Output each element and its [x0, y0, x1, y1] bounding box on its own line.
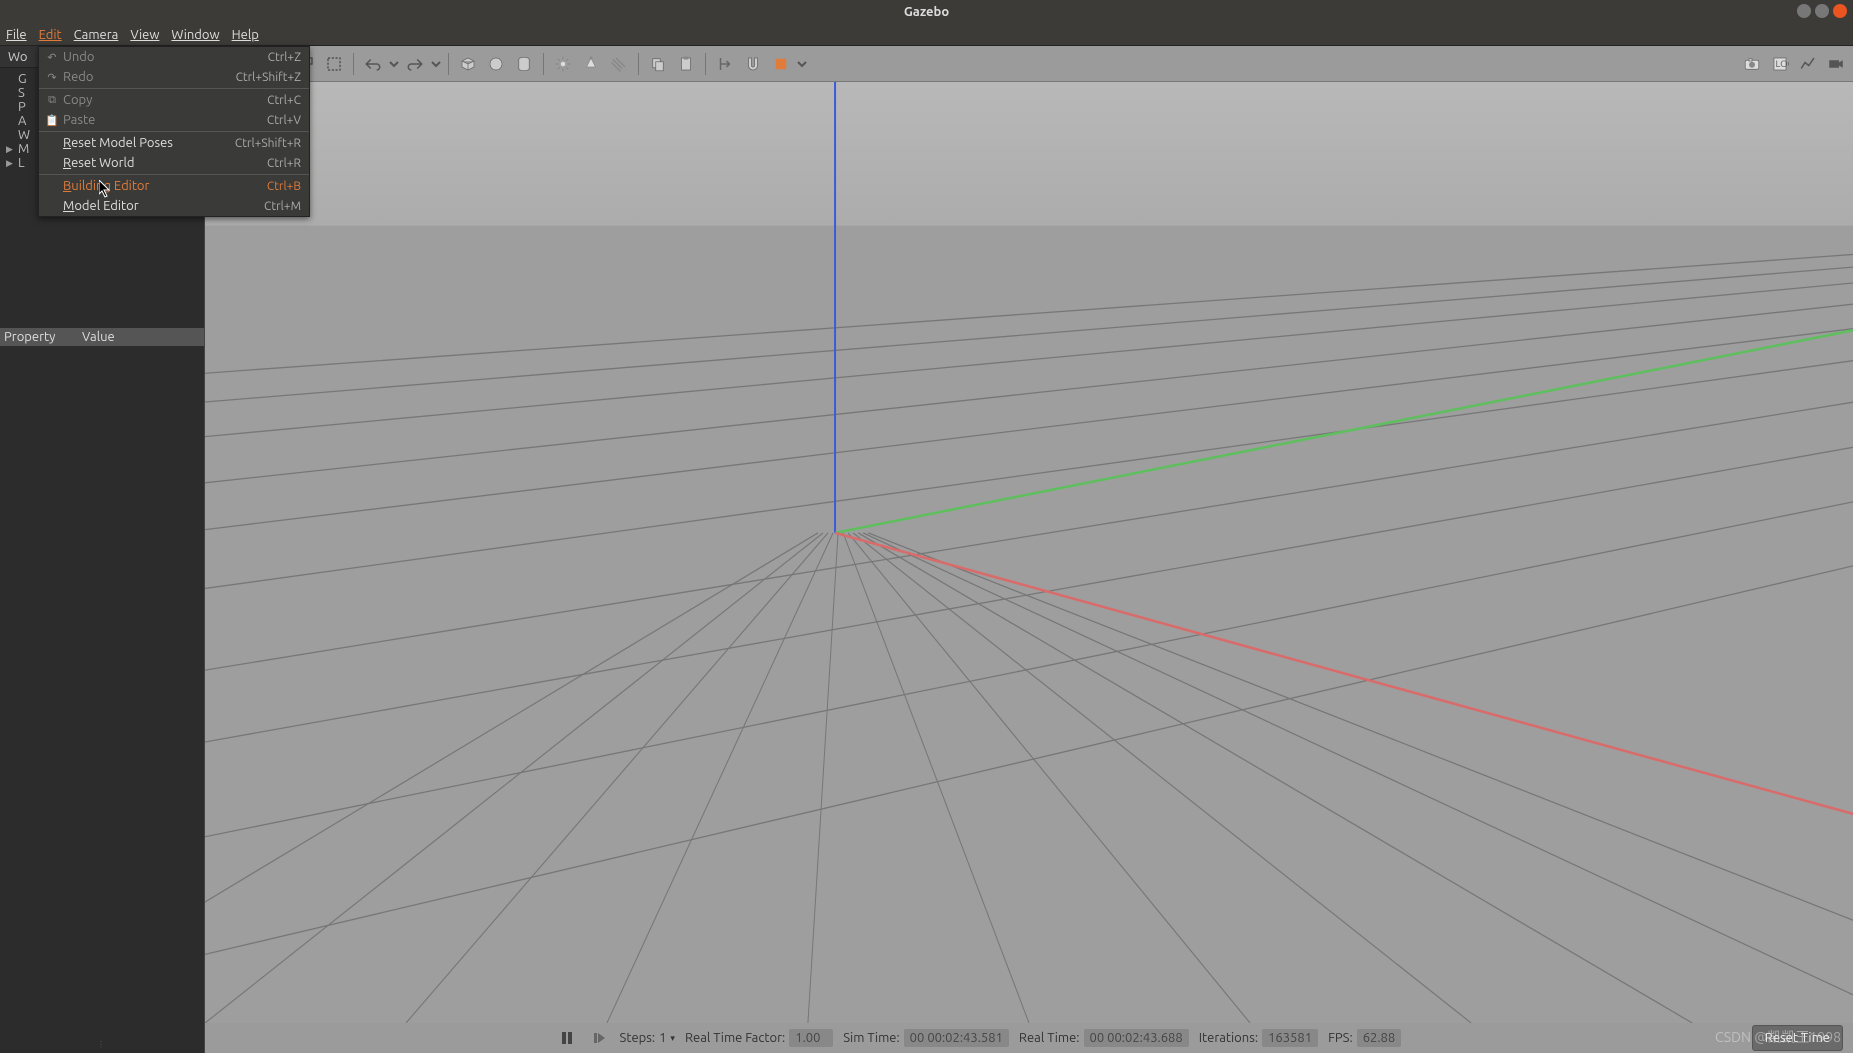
window-title: Gazebo [904, 5, 949, 19]
snap-tool[interactable] [712, 51, 738, 77]
main-toolbar: LOG [205, 46, 1853, 82]
status-bar: Steps: 1▾ Real Time Factor: 1.00 Sim Tim… [205, 1023, 1853, 1053]
panel-grip[interactable]: ⋮ [0, 1035, 204, 1053]
redo-button[interactable] [402, 51, 428, 77]
menu-copy: ⧉ Copy Ctrl+C [39, 90, 309, 110]
sim-time-value: 00 00:02:43.581 [904, 1029, 1009, 1047]
redo-icon: ↷ [43, 71, 61, 84]
menu-paste: 📋 Paste Ctrl+V [39, 110, 309, 130]
property-panel [0, 346, 204, 1035]
menu-separator [39, 174, 309, 175]
steps-value[interactable]: 1 [659, 1031, 666, 1045]
pause-button[interactable] [556, 1027, 578, 1049]
step-button[interactable] [588, 1027, 610, 1049]
menu-separator [39, 88, 309, 89]
undo-button[interactable] [360, 51, 386, 77]
menu-view[interactable]: View [130, 28, 159, 42]
cylinder-tool[interactable] [511, 51, 537, 77]
undo-dropdown[interactable] [388, 51, 400, 77]
window-controls [1797, 4, 1847, 18]
menu-camera[interactable]: Camera [74, 28, 119, 42]
property-header: Property Value [0, 328, 204, 346]
iterations-value: 163581 [1262, 1029, 1318, 1047]
magnet-tool[interactable] [740, 51, 766, 77]
screenshot-button[interactable] [1739, 51, 1765, 77]
iterations-label: Iterations: [1199, 1031, 1258, 1045]
fps-label: FPS: [1328, 1031, 1353, 1045]
menu-edit[interactable]: Edit [39, 28, 62, 42]
paste-icon: 📋 [43, 114, 61, 127]
reset-time-button[interactable]: Reset Time [1752, 1025, 1843, 1051]
real-time-value: 00 00:02:43.688 [1084, 1029, 1189, 1047]
fps-value: 62.88 [1357, 1029, 1402, 1047]
box-tool[interactable] [455, 51, 481, 77]
rtf-label: Real Time Factor: [685, 1031, 785, 1045]
spot-light-tool[interactable] [578, 51, 604, 77]
menu-redo: ↷ Redo Ctrl+Shift+Z [39, 67, 309, 87]
tab-world[interactable]: Wo [8, 50, 27, 64]
record-button[interactable] [1823, 51, 1849, 77]
insert-tool[interactable] [768, 51, 794, 77]
menu-reset-model-poses[interactable]: Reset Model Poses Ctrl+Shift+R [39, 133, 309, 153]
svg-text:LOG: LOG [1776, 58, 1790, 69]
menu-window[interactable]: Window [171, 28, 219, 42]
menu-help[interactable]: Help [232, 28, 259, 42]
menu-model-editor[interactable]: Model Editor Ctrl+M [39, 196, 309, 216]
point-light-tool[interactable] [550, 51, 576, 77]
title-bar: Gazebo [0, 0, 1853, 24]
sim-time-label: Sim Time: [843, 1031, 899, 1045]
menu-building-editor[interactable]: Building Editor Ctrl+B [39, 176, 309, 196]
rtf-value: 1.00 [789, 1029, 833, 1047]
menu-reset-world[interactable]: Reset World Ctrl+R [39, 153, 309, 173]
maximize-button[interactable] [1815, 4, 1829, 18]
real-time-label: Real Time: [1019, 1031, 1080, 1045]
menu-file[interactable]: File [6, 28, 27, 42]
undo-icon: ↶ [43, 51, 61, 64]
redo-dropdown[interactable] [430, 51, 442, 77]
sphere-tool[interactable] [483, 51, 509, 77]
paste-button[interactable] [673, 51, 699, 77]
close-button[interactable] [1833, 4, 1847, 18]
log-button[interactable]: LOG [1767, 51, 1793, 77]
copy-button[interactable] [645, 51, 671, 77]
plot-button[interactable] [1795, 51, 1821, 77]
copy-icon: ⧉ [43, 94, 61, 107]
3d-viewport[interactable] [205, 82, 1853, 1023]
selection-rect-tool[interactable] [321, 51, 347, 77]
insert-dropdown[interactable] [796, 51, 808, 77]
steps-label: Steps: [620, 1031, 656, 1045]
menu-undo: ↶ Undo Ctrl+Z [39, 47, 309, 67]
menu-separator [39, 131, 309, 132]
directional-light-tool[interactable] [606, 51, 632, 77]
property-column: Property [4, 330, 82, 344]
edit-dropdown: ↶ Undo Ctrl+Z ↷ Redo Ctrl+Shift+Z ⧉ Copy… [38, 46, 310, 217]
value-column: Value [82, 330, 115, 344]
menu-bar: File Edit Camera View Window Help [0, 24, 1853, 46]
minimize-button[interactable] [1797, 4, 1811, 18]
